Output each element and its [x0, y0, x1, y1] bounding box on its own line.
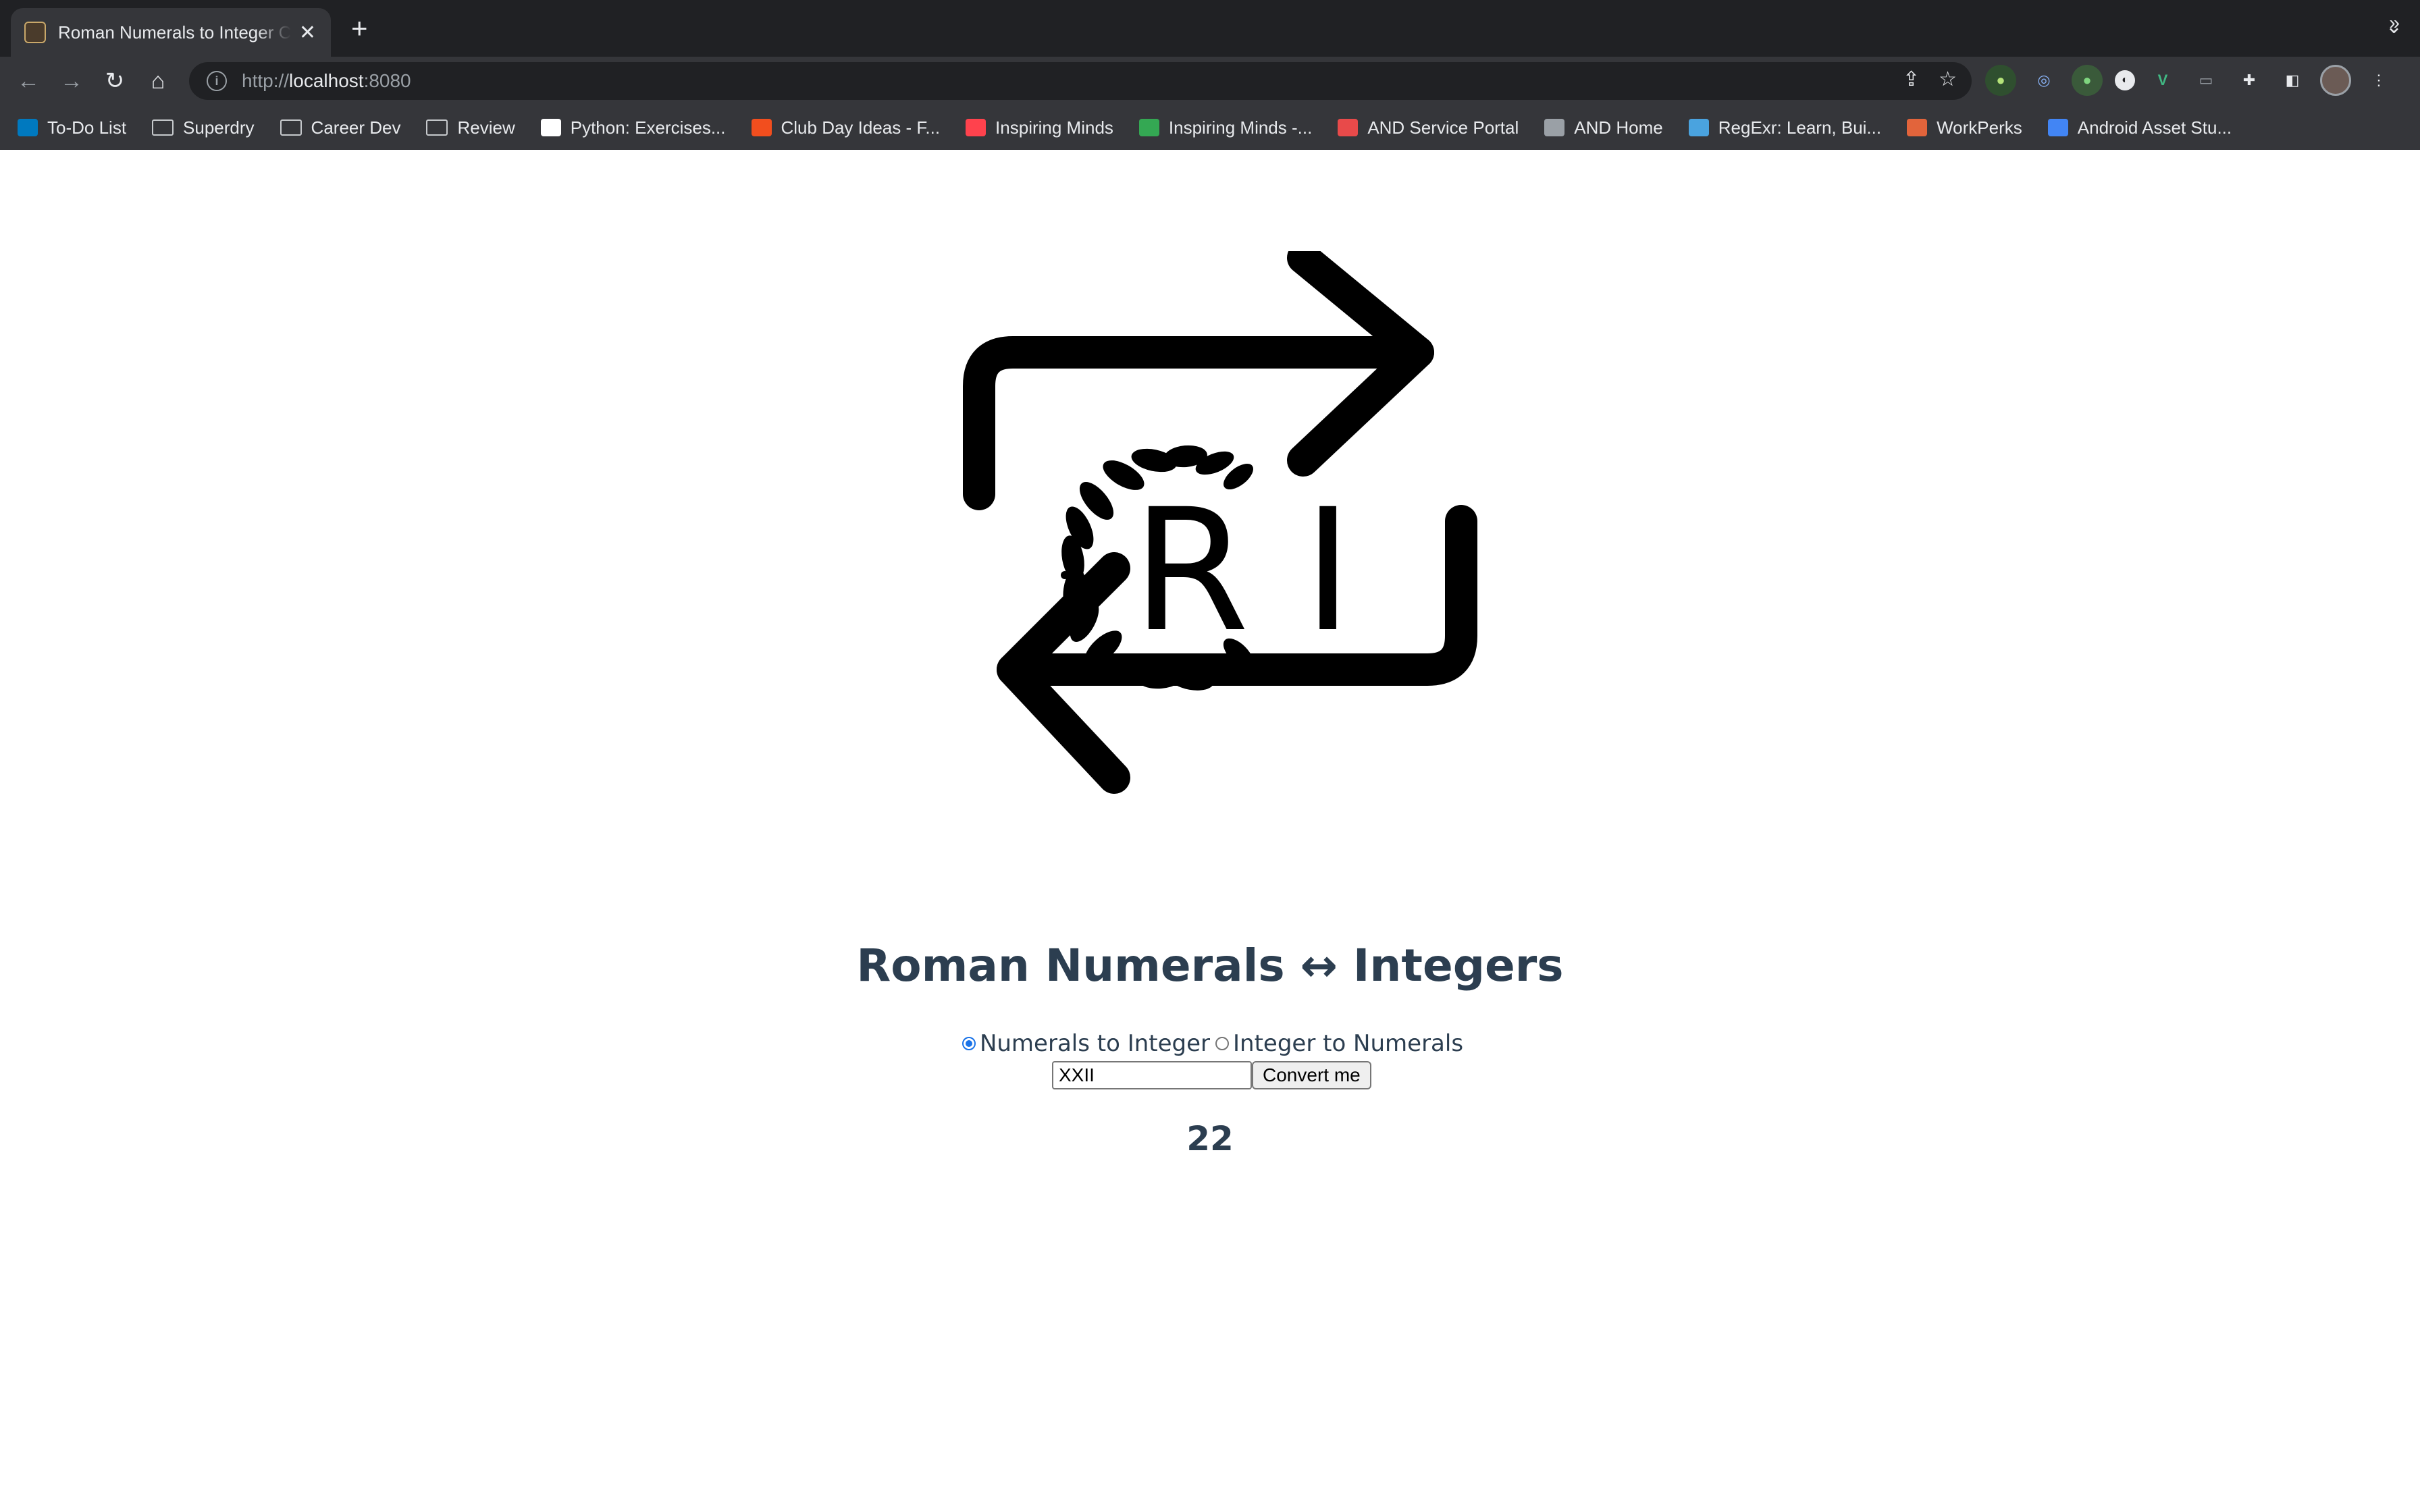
bookmark-item[interactable]: WorkPerks [1907, 117, 2022, 138]
menu-kebab-icon[interactable]: ⋮ [2363, 65, 2394, 96]
bookmark-label: Club Day Ideas - F... [781, 117, 941, 138]
lens-extension-icon[interactable]: ◎ [2028, 65, 2059, 96]
folder-icon [152, 119, 174, 136]
bookmark-item[interactable]: Android Asset Stu... [2047, 117, 2232, 138]
bookmark-item[interactable]: To-Do List [18, 117, 126, 138]
convert-form: Convert me [1052, 1061, 1371, 1089]
dark-mode-extension-icon[interactable]: ◐ [2115, 70, 2135, 90]
bookmark-item[interactable]: AND Service Portal [1338, 117, 1519, 138]
bookmark-item[interactable]: Superdry [152, 117, 255, 138]
address-bar[interactable]: i http://localhost:8080 ⇪ ☆ [189, 62, 1972, 100]
bookmarks-overflow-icon[interactable]: » [2389, 12, 2400, 34]
back-button[interactable]: ← [12, 65, 45, 97]
info-icon[interactable]: i [207, 71, 227, 91]
share-icon[interactable]: ⇪ [1903, 68, 1920, 91]
bookmark-label: To-Do List [47, 117, 127, 138]
bookmark-item[interactable]: AND Home [1544, 117, 1663, 138]
bookmark-item[interactable]: Club Day Ideas - F... [751, 117, 941, 138]
app-logo: R I [963, 251, 1477, 794]
bookmark-label: Superdry [183, 117, 255, 138]
bookmark-item[interactable]: Inspiring Minds [966, 117, 1113, 138]
favicon-icon [24, 22, 46, 43]
bookmarks-bar: To-Do List Superdry Career Dev Review Python… [0, 105, 2420, 150]
numeral-input[interactable] [1052, 1061, 1252, 1089]
bookmark-label: Python: Exercises... [570, 117, 726, 138]
radio-integer-to-numerals[interactable] [1215, 1037, 1229, 1050]
bookmark-label: AND Home [1574, 117, 1663, 138]
mode-label-integer-to-numerals: Integer to Numerals [1233, 1030, 1464, 1057]
bookmark-label: Career Dev [311, 117, 401, 138]
extensions-puzzle-icon[interactable]: ✚ [2234, 65, 2265, 96]
bookmark-label: WorkPerks [1937, 117, 2022, 138]
bookmark-item[interactable]: Career Dev [280, 117, 401, 138]
page-title: Roman Numerals ↔ Integers [856, 940, 1564, 992]
tab-strip: Roman Numerals to Integer Converter ✕ + … [0, 0, 2420, 57]
tab-title: Roman Numerals to Integer Converter [58, 22, 291, 43]
bookmark-label: RegExr: Learn, Bui... [1718, 117, 1882, 138]
cast-icon[interactable]: ▭ [2190, 65, 2221, 96]
home-button[interactable]: ⌂ [142, 65, 174, 97]
close-tab-icon[interactable]: ✕ [298, 21, 317, 45]
browser-chrome: Roman Numerals to Integer Converter ✕ + … [0, 0, 2420, 150]
bookmark-item[interactable]: Inspiring Minds -... [1138, 117, 1313, 138]
bookmark-star-icon[interactable]: ☆ [1939, 68, 1957, 91]
bookmark-item[interactable]: Python: Exercises... [540, 117, 726, 138]
grammar-extension-icon[interactable]: ● [2072, 65, 2103, 96]
bookmark-label: AND Service Portal [1367, 117, 1519, 138]
mode-label-numerals-to-integer: Numerals to Integer [979, 1030, 1210, 1057]
extensions-area: ● ◎ ● ◐ V ▭ ✚ ◧ ⋮ [1985, 65, 2394, 96]
reload-button[interactable]: ↻ [99, 65, 131, 97]
convert-button[interactable]: Convert me [1252, 1061, 1371, 1089]
bookmark-label: Android Asset Stu... [2077, 117, 2232, 138]
globe-icon [1544, 119, 1565, 136]
browser-toolbar: ← → ↻ ⌂ i http://localhost:8080 ⇪ ☆ ● ◎ … [0, 57, 2420, 105]
logo-letters: R I [1132, 473, 1353, 669]
vue-devtools-icon[interactable]: V [2147, 65, 2178, 96]
bookmark-item[interactable]: Review [426, 117, 515, 138]
android-asset-icon [2047, 119, 2068, 136]
regexr-icon [1688, 119, 1709, 136]
bookmark-label: Inspiring Minds -... [1168, 117, 1313, 138]
bookmark-label: Inspiring Minds [995, 117, 1113, 138]
portal-icon [1338, 119, 1359, 136]
folder-icon [280, 119, 302, 136]
medium-icon [540, 119, 561, 136]
workperks-icon [1907, 119, 1928, 136]
side-panel-icon[interactable]: ◧ [2277, 65, 2308, 96]
radio-numerals-to-integer[interactable] [962, 1037, 976, 1050]
folder-icon [426, 119, 448, 136]
profile-avatar[interactable] [2320, 65, 2351, 96]
conversion-result: 22 [1186, 1119, 1234, 1158]
url-text: http://localhost:8080 [242, 70, 411, 91]
forward-button[interactable]: → [55, 65, 88, 97]
tab-active[interactable]: Roman Numerals to Integer Converter ✕ [11, 8, 331, 57]
mode-options: Numerals to Integer Integer to Numerals [0, 1030, 2420, 1057]
google-drive-icon [1138, 119, 1159, 136]
figma-icon [751, 119, 772, 136]
page-content: R I Roman Numerals ↔ Integers Numerals t… [0, 150, 2420, 1512]
trello-icon [18, 119, 38, 136]
bookmark-item[interactable]: RegExr: Learn, Bui... [1688, 117, 1882, 138]
patreon-icon [966, 119, 987, 136]
frog-extension-icon[interactable]: ● [1985, 65, 2016, 96]
bookmark-label: Review [457, 117, 515, 138]
new-tab-button[interactable]: + [351, 14, 368, 43]
